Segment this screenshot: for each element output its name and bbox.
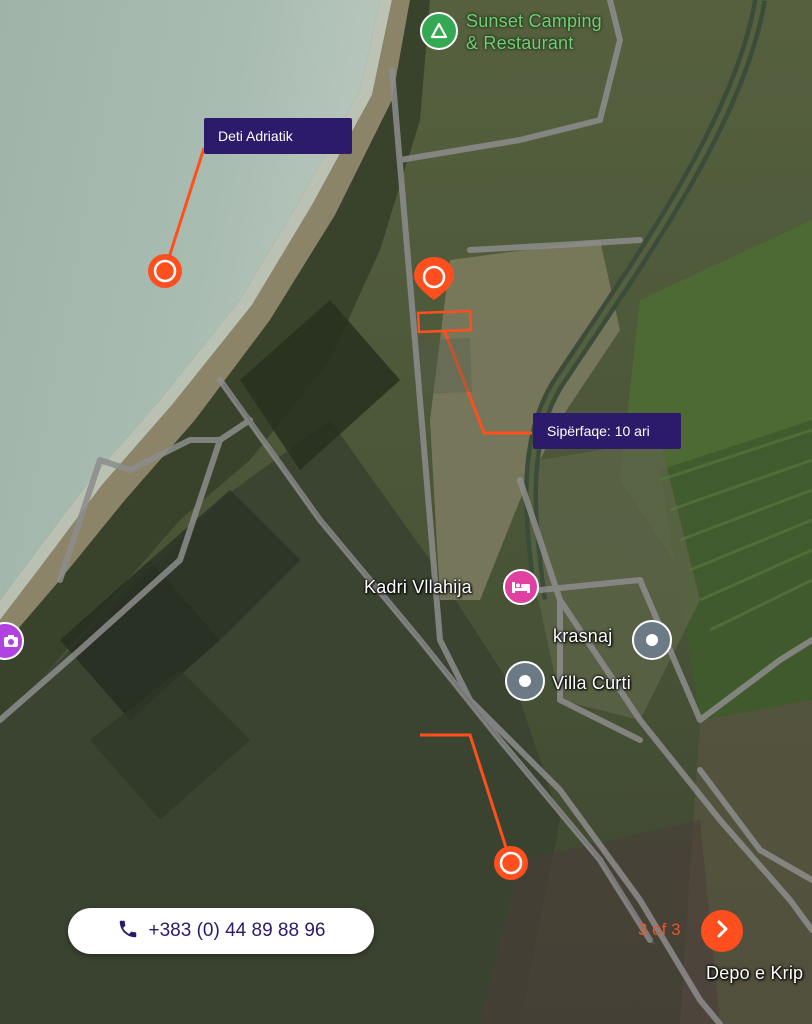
- phone-contact-button[interactable]: +383 (0) 44 89 88 96: [68, 908, 374, 954]
- callout-siperfaqe: Sipërfaqe: 10 ari: [533, 413, 681, 449]
- phone-number: +383 (0) 44 89 88 96: [148, 920, 326, 941]
- place-label-kadri-vllahija[interactable]: Kadri Vllahija: [364, 577, 472, 598]
- hotel-bed-icon[interactable]: [503, 569, 539, 605]
- place-pin-icon[interactable]: [632, 620, 672, 660]
- chevron-right-icon: [714, 920, 730, 943]
- parcel-pin: [414, 257, 454, 300]
- slide-counter: 3 of 3: [638, 920, 681, 939]
- lower-leader-line: [420, 733, 512, 861]
- next-slide-button[interactable]: [701, 910, 743, 952]
- place-label-sunset-camping[interactable]: Sunset Camping & Restaurant: [466, 10, 602, 54]
- phone-icon: [117, 918, 139, 945]
- place-label-krasnaj[interactable]: krasnaj: [553, 626, 612, 647]
- place-label-depo[interactable]: Depo e Krip: [706, 963, 803, 984]
- sea-marker: [148, 254, 182, 288]
- campground-icon[interactable]: [420, 12, 458, 50]
- lower-marker: [494, 846, 528, 880]
- satellite-map[interactable]: Sunset Camping & Restaurant Deti Adriati…: [0, 0, 812, 1024]
- sea-leader-line: [163, 147, 206, 271]
- overlay-graphics: [148, 147, 532, 880]
- callout-deti-adriatik: Deti Adriatik: [204, 118, 352, 154]
- parcel-outline: [416, 309, 473, 394]
- place-pin-icon[interactable]: [505, 661, 545, 701]
- place-label-villa-curti[interactable]: Villa Curti: [552, 673, 631, 694]
